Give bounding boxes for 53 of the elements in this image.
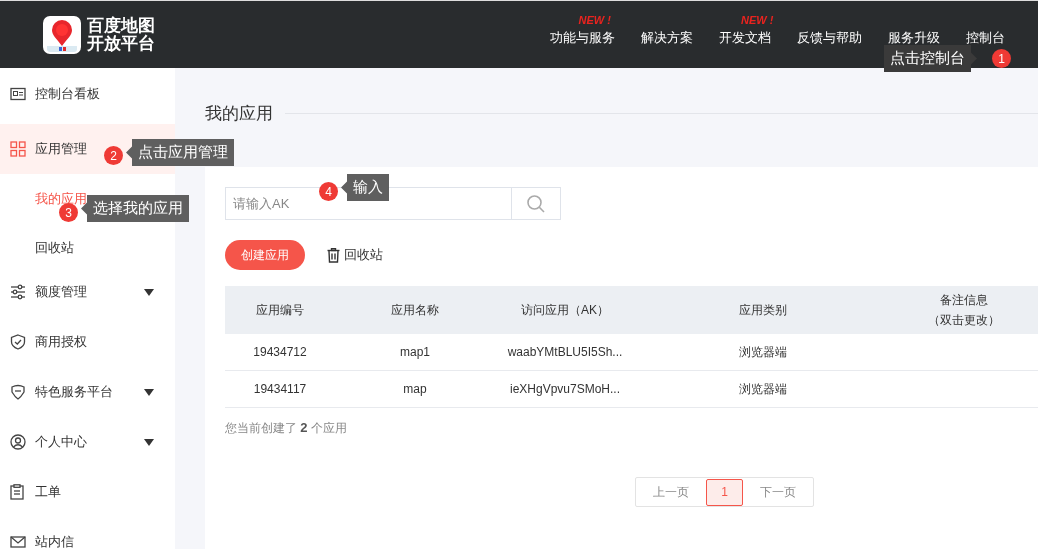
sidebar-item[interactable]: 控制台看板 (0, 74, 175, 113)
page-title: 我的应用 (205, 103, 273, 125)
mail-icon (10, 535, 26, 548)
sidebar-item[interactable]: 个人中心 (0, 422, 175, 461)
id-card-icon (10, 86, 26, 101)
app-count-text: 您当前创建了 2 个应用 (225, 420, 348, 437)
table-cell-text: map1 (399, 345, 431, 359)
table-cell-text: 19434712 (252, 345, 308, 359)
table-cell-text: waabYMtBLU5I5Sh... (506, 345, 624, 359)
trash-icon[interactable] (327, 247, 340, 263)
shield-outline-icon (10, 383, 26, 400)
sliders-icon (10, 283, 26, 300)
grid-icon (10, 141, 26, 157)
callout-tooltip: 点击控制台 (884, 45, 977, 72)
column-header: 应用名称 (390, 302, 440, 319)
column-header: 访问应用（AK） (520, 302, 610, 319)
sidebar-item[interactable]: 站内信 (0, 522, 175, 549)
nav-link[interactable]: 服务升级 (888, 28, 940, 47)
column-note: （双击更改） (927, 312, 1001, 329)
callout-tooltip: 输入 (341, 174, 389, 201)
logo-text: 百度地图 开放平台 (87, 16, 155, 53)
table-cell-text: map (402, 382, 428, 396)
caret-down-icon (144, 438, 154, 446)
table-cell-text: ieXHgVpvu7SMoH... (508, 382, 622, 396)
nav-link[interactable]: 控制台 (966, 28, 1005, 47)
column-header: 备注信息 (939, 292, 989, 309)
nav-link[interactable]: 开发文档 (719, 28, 771, 47)
table-cell-text: 19434117 (252, 382, 308, 396)
previous-page-button[interactable]: 上一页 (636, 478, 706, 506)
table-cell-text: 浏览器端 (737, 343, 788, 361)
sidebar-item[interactable]: 工单 (0, 472, 175, 511)
user-icon (10, 433, 26, 450)
search-icon (526, 193, 546, 214)
column-header: 应用类别 (737, 302, 788, 319)
sidebar-item[interactable]: 特色服务平台 (0, 372, 175, 411)
callout-tooltip: 点击应用管理 (126, 139, 234, 166)
clipboard-icon (10, 483, 24, 500)
nav-link[interactable]: 反馈与帮助 (797, 28, 862, 47)
next-page-button[interactable]: 下一页 (743, 478, 813, 506)
map-pin-logo-icon[interactable] (43, 15, 81, 54)
recycle-bin-link[interactable]: 回收站 (344, 246, 383, 264)
new-label: NEW ! (578, 13, 611, 26)
submenu-item[interactable]: 回收站 (0, 223, 175, 272)
nav-link[interactable]: 功能与服务 (550, 28, 615, 47)
column-header: 应用编号 (255, 302, 305, 319)
new-label: NEW ! (741, 13, 774, 26)
caret-down-icon (144, 388, 154, 396)
nav-link[interactable]: 解决方案 (641, 28, 693, 47)
table-cell-text: 浏览器端 (737, 380, 788, 398)
sidebar-item[interactable]: 额度管理 (0, 272, 175, 311)
caret-down-icon (144, 288, 154, 296)
sidebar-item[interactable]: 商用授权 (0, 322, 175, 361)
shield-check-icon (10, 333, 26, 350)
